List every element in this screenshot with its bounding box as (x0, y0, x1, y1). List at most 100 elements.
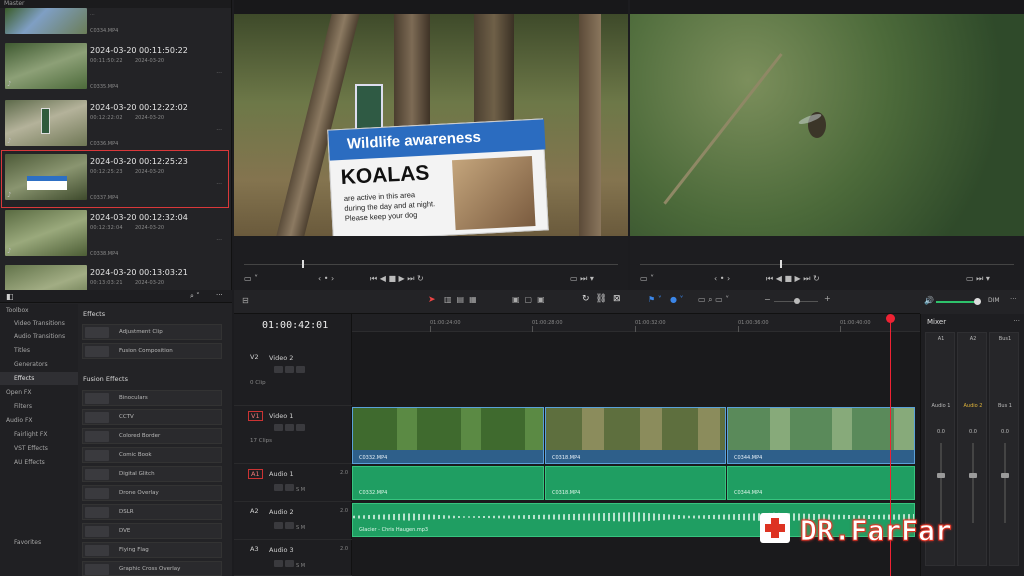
audio-note-icon: ♪ (7, 191, 12, 199)
timeline-scrubber[interactable] (640, 264, 1014, 265)
pool-clip-2[interactable]: ♪ 2024-03-20 00:11:50:22 00:11:50:22 202… (2, 40, 228, 96)
fx-flying-flag[interactable]: Flying Flag (82, 542, 222, 558)
timeline-viewer-playhead[interactable] (780, 260, 782, 268)
tree-video-transitions[interactable]: Video Transitions (0, 317, 78, 330)
pool-clip-1[interactable]: ··· C0334.MP4 (2, 8, 228, 38)
fx-dslr[interactable]: DSLR (82, 504, 222, 520)
jog-icon[interactable]: ‹ • › (318, 274, 334, 283)
timeline-end-controls[interactable]: ▭ ⏭ ▾ (966, 274, 990, 284)
fx-drone-overlay[interactable]: Drone Overlay (82, 485, 222, 501)
more-icon[interactable]: ··· (216, 70, 222, 77)
source-viewer: Wildlife awareness KOALAS are active in … (234, 0, 628, 290)
tree-filters[interactable]: Filters (0, 400, 78, 413)
wildlife-sign: Wildlife awareness KOALAS are active in … (327, 118, 549, 236)
track-buttons[interactable]: S M (274, 522, 305, 531)
speaker-icon[interactable]: 🔊 (924, 296, 934, 305)
fx-adjustment-clip[interactable]: Adjustment Clip (82, 324, 222, 340)
fx-colored-border[interactable]: Colored Border (82, 428, 222, 444)
tree-fairlight-fx[interactable]: Fairlight FX (0, 428, 78, 441)
transport-controls[interactable]: ⏮ ◀ ■ ▶ ⏭ ↻ (766, 274, 820, 284)
mixer-title: Mixer (927, 318, 947, 326)
source-playhead[interactable] (302, 260, 304, 268)
timeline-viewer-transport: ▭ ˅ ‹ • › ⏮ ◀ ■ ▶ ⏭ ↻ ▭ ⏭ ▾ (630, 236, 1024, 290)
effects-tree: Toolbox Video Transitions Audio Transiti… (0, 304, 78, 576)
tree-au-effects[interactable]: AU Effects (0, 456, 78, 469)
more-icon[interactable]: ··· (1010, 295, 1017, 303)
more-icon[interactable]: ··· (216, 127, 222, 134)
fader-bus1[interactable] (1001, 473, 1009, 478)
search-icon[interactable]: ⌕ ˅ (190, 292, 200, 301)
clip-title: 2024-03-20 00:12:22:02 (90, 103, 188, 112)
tree-generators[interactable]: Generators (0, 358, 78, 371)
fx-comic-book[interactable]: Comic Book (82, 447, 222, 463)
tree-vst-effects[interactable]: VST Effects (0, 442, 78, 455)
fx-graphic-cross-overlay[interactable]: Graphic Cross Overlay (82, 561, 222, 576)
video-clip[interactable]: C0318.MP4 (545, 407, 726, 464)
zoom-in-icon[interactable]: + (824, 294, 831, 303)
tree-audio-fx[interactable]: Audio FX (0, 414, 78, 427)
tree-open-fx[interactable]: Open FX (0, 386, 78, 399)
pool-clip-3[interactable]: ♪ 2024-03-20 00:12:22:02 00:12:22:02 202… (2, 97, 228, 153)
audio-clip[interactable]: C0318.MP4 (545, 466, 726, 500)
track-buttons[interactable]: S M (274, 484, 305, 493)
fx-digital-glitch[interactable]: Digital Glitch (82, 466, 222, 482)
volume-slider[interactable] (936, 301, 978, 303)
more-icon[interactable]: ··· (216, 181, 222, 188)
effects-list: Effects Adjustment Clip Fusion Compositi… (80, 304, 226, 576)
snap-link-lock-tools[interactable]: ↻⛓⊠ (582, 294, 627, 304)
zoom-icons[interactable]: ▭ ⌕ ▭ ˅ (698, 295, 729, 305)
zoom-out-icon[interactable]: − (764, 295, 771, 304)
source-scrubber[interactable] (244, 264, 618, 265)
timeline-timecode[interactable]: 01:00:42:01 (262, 320, 328, 331)
video-clip[interactable]: C0344.MP4 (727, 407, 915, 464)
track-buttons[interactable] (274, 366, 307, 375)
fx-fusion-composition[interactable]: Fusion Composition (82, 343, 222, 359)
timeline-ruler[interactable]: 01:00:24:00 01:00:28:00 01:00:32:00 01:0… (352, 314, 920, 332)
sign-title: KOALAS (340, 161, 430, 190)
jog-icon[interactable]: ‹ • › (714, 274, 730, 283)
edit-tools[interactable]: ▥▤▦ (444, 295, 482, 304)
track-buttons[interactable] (274, 424, 307, 433)
viewer-options-icon[interactable]: ▭ ˅ (244, 274, 258, 283)
track-buttons[interactable]: S M (274, 560, 305, 569)
more-icon[interactable]: ··· (1013, 317, 1020, 325)
tree-toolbox[interactable]: Toolbox (0, 304, 78, 317)
effects-toolbar: ◧ ⌕ ˅ ··· (0, 290, 232, 303)
transport-controls[interactable]: ⏮ ◀ ■ ▶ ⏭ ↻ (370, 274, 424, 284)
more-icon[interactable]: ··· (216, 291, 223, 299)
insert-tools[interactable]: ▣▢▣ (512, 295, 550, 304)
clip-title: 2024-03-20 00:12:32:04 (90, 213, 188, 222)
audio-clip[interactable]: C0332.MP4 (352, 466, 544, 500)
pool-clip-5[interactable]: ♪ 2024-03-20 00:12:32:04 00:12:32:04 202… (2, 207, 228, 263)
fx-cctv[interactable]: CCTV (82, 409, 222, 425)
tree-effects[interactable]: Effects (0, 372, 78, 385)
video-clip[interactable]: C0332.MP4 (352, 407, 544, 464)
audio-clip[interactable]: C0344.MP4 (727, 466, 915, 500)
audio-note-icon: ♪ (7, 80, 12, 88)
panel-toggle-icon[interactable]: ◧ (6, 292, 14, 301)
fx-binoculars[interactable]: Binoculars (82, 390, 222, 406)
pool-clip-6[interactable]: 2024-03-20 00:13:03:21 00:13:03:21 2024-… (2, 262, 228, 290)
source-end-controls[interactable]: ▭ ⏭ ▾ (570, 274, 594, 284)
watermark-text: DR.FarFar (800, 514, 953, 548)
zoom-slider-knob[interactable] (794, 298, 800, 304)
track-header-a1: A1 Audio 1 2.0 S M (234, 464, 352, 502)
viewer-options-icon[interactable]: ▭ ˅ (640, 274, 654, 283)
marker-icon[interactable]: ● ˅ (670, 295, 684, 304)
track-header-a3: A3 Audio 3 2.0 S M (234, 540, 352, 576)
tree-titles[interactable]: Titles (0, 344, 78, 357)
timeline-viewer-image[interactable] (630, 14, 1024, 236)
fader-a2[interactable] (969, 473, 977, 478)
fader-a1[interactable] (937, 473, 945, 478)
fx-dve[interactable]: DVE (82, 523, 222, 539)
tree-audio-transitions[interactable]: Audio Transitions (0, 330, 78, 343)
pointer-tool-icon[interactable]: ➤ (428, 295, 436, 305)
flag-icon[interactable]: ⚑ ˅ (648, 295, 662, 304)
pool-clip-4-selected[interactable]: ♪ 2024-03-20 00:12:25:23 00:12:25:23 202… (1, 150, 229, 208)
tree-favorites[interactable]: Favorites (0, 536, 78, 549)
layout-icon[interactable]: ⊟ (242, 296, 249, 305)
more-icon[interactable]: ··· (216, 237, 222, 244)
clip-thumbnail (5, 100, 87, 146)
dim-button[interactable]: DIM (988, 297, 1000, 304)
source-viewer-image[interactable]: Wildlife awareness KOALAS are active in … (234, 14, 628, 236)
